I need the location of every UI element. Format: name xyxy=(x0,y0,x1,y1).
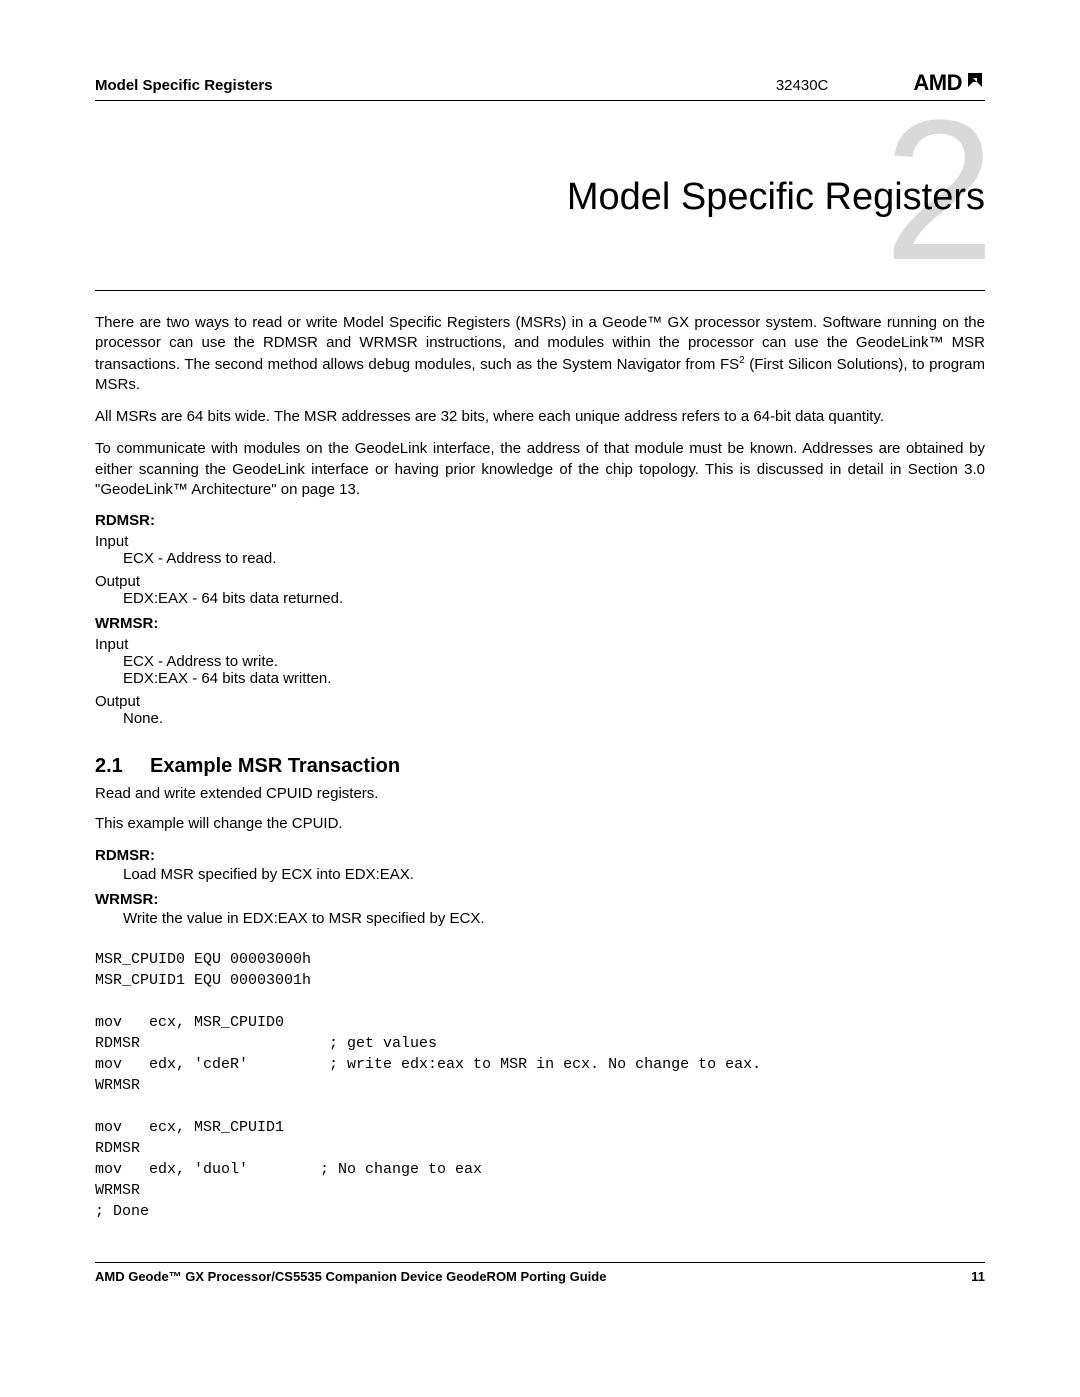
wrmsr-label: WRMSR: xyxy=(95,615,985,632)
wrmsr-input-text-2: EDX:EAX - 64 bits data written. xyxy=(95,670,985,687)
intro-paragraph-3: To communicate with modules on the Geode… xyxy=(95,439,985,500)
sec21-rdmsr-label: RDMSR: xyxy=(95,847,985,864)
intro-paragraph-2: All MSRs are 64 bits wide. The MSR addre… xyxy=(95,407,985,427)
code-listing: MSR_CPUID0 EQU 00003000h MSR_CPUID1 EQU … xyxy=(95,949,985,1222)
sec21-p1: Read and write extended CPUID registers. xyxy=(95,784,985,804)
doc-number: 32430C xyxy=(776,77,829,94)
page-footer: AMD Geode™ GX Processor/CS5535 Companion… xyxy=(95,1262,985,1284)
wrmsr-output-label: Output xyxy=(95,693,985,710)
wrmsr-input-text-1: ECX - Address to write. xyxy=(95,653,985,670)
section-title: Example MSR Transaction xyxy=(150,755,400,777)
sec21-wrmsr-text: Write the value in EDX:EAX to MSR specif… xyxy=(95,910,985,927)
wrmsr-input-label: Input xyxy=(95,636,985,653)
header-section: Model Specific Registers xyxy=(95,77,273,94)
section-number: 2.1 xyxy=(95,755,150,778)
section-2-1-heading: 2.1Example MSR Transaction xyxy=(95,755,985,778)
rdmsr-output-text: EDX:EAX - 64 bits data returned. xyxy=(95,590,985,607)
rdmsr-label: RDMSR: xyxy=(95,512,985,529)
sec21-p2: This example will change the CPUID. xyxy=(95,814,985,834)
sec21-rdmsr-text: Load MSR specified by ECX into EDX:EAX. xyxy=(95,866,985,883)
rdmsr-output-label: Output xyxy=(95,573,985,590)
rdmsr-input-label: Input xyxy=(95,533,985,550)
running-header: Model Specific Registers 32430C AMD xyxy=(95,70,985,101)
chapter-title: Model Specific Registers xyxy=(567,176,985,219)
chapter-heading: 2 Model Specific Registers xyxy=(95,121,985,291)
sec21-wrmsr-label: WRMSR: xyxy=(95,891,985,908)
page-number: 11 xyxy=(971,1269,985,1284)
wrmsr-output-text: None. xyxy=(95,710,985,727)
rdmsr-input-text: ECX - Address to read. xyxy=(95,550,985,567)
footer-text: AMD Geode™ GX Processor/CS5535 Companion… xyxy=(95,1269,606,1284)
intro-paragraph-1: There are two ways to read or write Mode… xyxy=(95,313,985,395)
